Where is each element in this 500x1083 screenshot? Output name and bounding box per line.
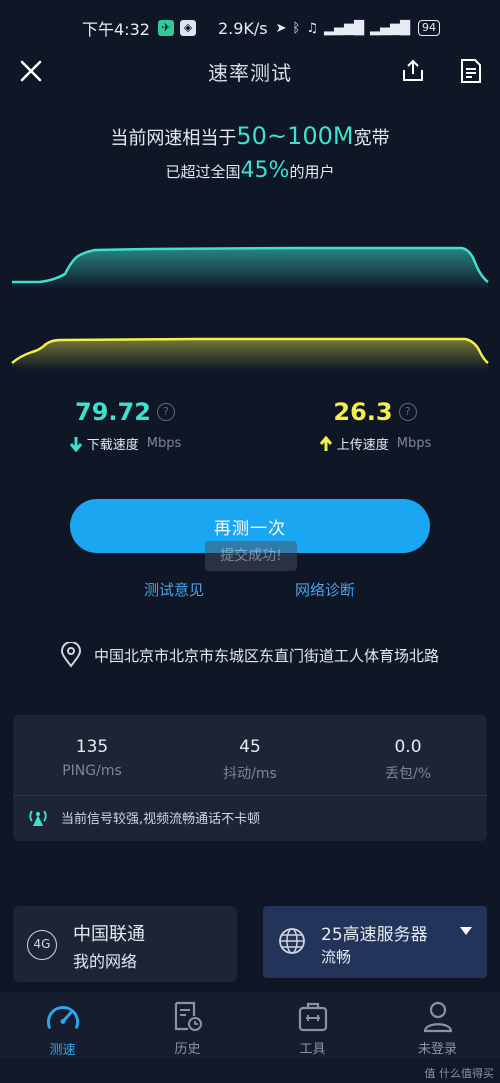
status-icons: ➤ ᛒ ♫ ▂▄▆█ ▂▄▆█ 94	[276, 20, 440, 36]
toolbox-icon	[298, 1002, 327, 1032]
stats-card: 135 PING/ms 45 抖动/ms 0.0 丢包/% 当前信号较强,视频流…	[13, 715, 487, 841]
close-icon	[20, 60, 42, 82]
ping-stat: 135 PING/ms	[13, 737, 171, 779]
nav-tools[interactable]: 工具	[250, 992, 375, 1058]
divider	[13, 795, 487, 796]
nav-speedtest[interactable]: 测速	[0, 992, 125, 1058]
location-row: 中国北京市北京市东城区东直门街道工人体育场北路	[60, 642, 439, 668]
diagnose-link[interactable]: 网络诊断	[295, 579, 355, 600]
location-arrow-icon: ➤	[275, 20, 287, 36]
network-card[interactable]: 4G 中国联通 我的网络	[13, 906, 237, 982]
subline-prefix: 已超过全国	[165, 163, 241, 181]
upload-arrow-icon	[319, 435, 332, 451]
speed-curves	[11, 246, 489, 370]
share-icon	[403, 59, 423, 81]
server-name: 25高速服务器	[321, 925, 428, 945]
page-title: 速率测试	[208, 60, 292, 85]
upload-label: 上传速度	[336, 438, 389, 453]
jitter-value: 45	[239, 737, 261, 757]
bluetooth-icon: ᛒ	[292, 20, 301, 36]
subline-value: 45%	[240, 158, 290, 183]
jitter-label: 抖动/ms	[223, 766, 277, 782]
battery-icon: 94	[417, 20, 440, 36]
signal-message: 当前信号较强,视频流畅通话不卡顿	[61, 811, 261, 827]
shield-notification-icon: ◈	[179, 20, 196, 36]
upload-value: 26.3	[333, 398, 393, 426]
headline-value: 50~100M	[236, 122, 354, 150]
document-button[interactable]	[456, 56, 486, 86]
feedback-link[interactable]: 测试意见	[144, 579, 204, 600]
app-notification-icon: ✈	[157, 20, 174, 36]
location-pin-icon	[60, 642, 82, 668]
share-button[interactable]	[398, 56, 428, 86]
download-label: 下载速度	[86, 438, 139, 453]
action-links: 测试意见 网络诊断	[0, 579, 500, 601]
download-metric: 79.72 ? 下载速度 Mbps	[0, 398, 250, 453]
signal-message-row: 当前信号较强,视频流畅通话不卡顿	[27, 806, 260, 828]
download-unit: Mbps	[146, 436, 182, 451]
bottom-nav: 测速 历史 工具 未登录	[0, 992, 500, 1058]
status-net-speed: 2.9K/s	[217, 18, 268, 38]
help-icon[interactable]: ?	[156, 403, 175, 421]
watermark: 值 什么值得买	[424, 1067, 495, 1080]
speedometer-icon	[46, 1005, 79, 1029]
headline-suffix: 宽带	[353, 128, 390, 149]
server-status: 流畅	[321, 948, 352, 966]
status-time: 下午4:32	[82, 20, 150, 39]
globe-icon	[279, 928, 305, 954]
history-icon	[174, 1001, 202, 1031]
nav-label: 未登录	[417, 1042, 457, 1057]
signal-5g-icon: ▂▄▆█	[369, 20, 410, 36]
nav-label: 测速	[49, 1043, 76, 1058]
upload-metric: 26.3 ? 上传速度 Mbps	[250, 398, 500, 453]
percentile-text: 已超过全国45%的用户	[0, 158, 500, 183]
signal-tower-icon	[29, 810, 47, 826]
download-value: 79.72	[75, 398, 151, 426]
download-arrow-icon	[69, 436, 82, 452]
packet-loss-stat: 0.0 丢包/%	[329, 737, 487, 783]
server-selector[interactable]: 25高速服务器 流畅	[263, 906, 487, 978]
document-icon	[461, 59, 481, 83]
nav-account[interactable]: 未登录	[375, 992, 500, 1058]
upload-unit: Mbps	[396, 436, 432, 451]
network-subtitle: 我的网络	[73, 952, 138, 971]
nav-label: 工具	[299, 1042, 326, 1057]
top-bar: 速率测试	[0, 46, 500, 96]
ping-value: 135	[75, 737, 109, 757]
user-icon	[423, 1001, 452, 1033]
close-button[interactable]	[16, 56, 46, 86]
help-icon[interactable]: ?	[398, 403, 417, 421]
nav-label: 历史	[174, 1042, 201, 1057]
jitter-stat: 45 抖动/ms	[171, 737, 329, 783]
upload-curve-fill	[12, 339, 488, 370]
subline-suffix: 的用户	[289, 163, 335, 181]
packet-loss-label: 丢包/%	[384, 766, 432, 782]
packet-loss-value: 0.0	[394, 737, 422, 757]
signal-4g-icon: ▂▄▆█	[323, 20, 364, 36]
mute-bell-icon: ♫	[306, 20, 318, 36]
nav-history[interactable]: 历史	[125, 992, 250, 1058]
toast-message: 提交成功!	[205, 541, 297, 571]
ping-label: PING/ms	[62, 763, 122, 779]
chevron-down-icon	[460, 927, 472, 935]
headline-prefix: 当前网速相当于	[110, 128, 237, 149]
home-indicator-area: 值 什么值得买	[0, 1058, 500, 1083]
network-type-icon: 4G	[27, 930, 57, 960]
carrier-name: 中国联通	[73, 924, 145, 945]
location-text: 中国北京市北京市东城区东直门街道工人体育场北路	[94, 646, 440, 665]
speed-equivalent-text: 当前网速相当于50~100M宽带	[0, 122, 500, 150]
